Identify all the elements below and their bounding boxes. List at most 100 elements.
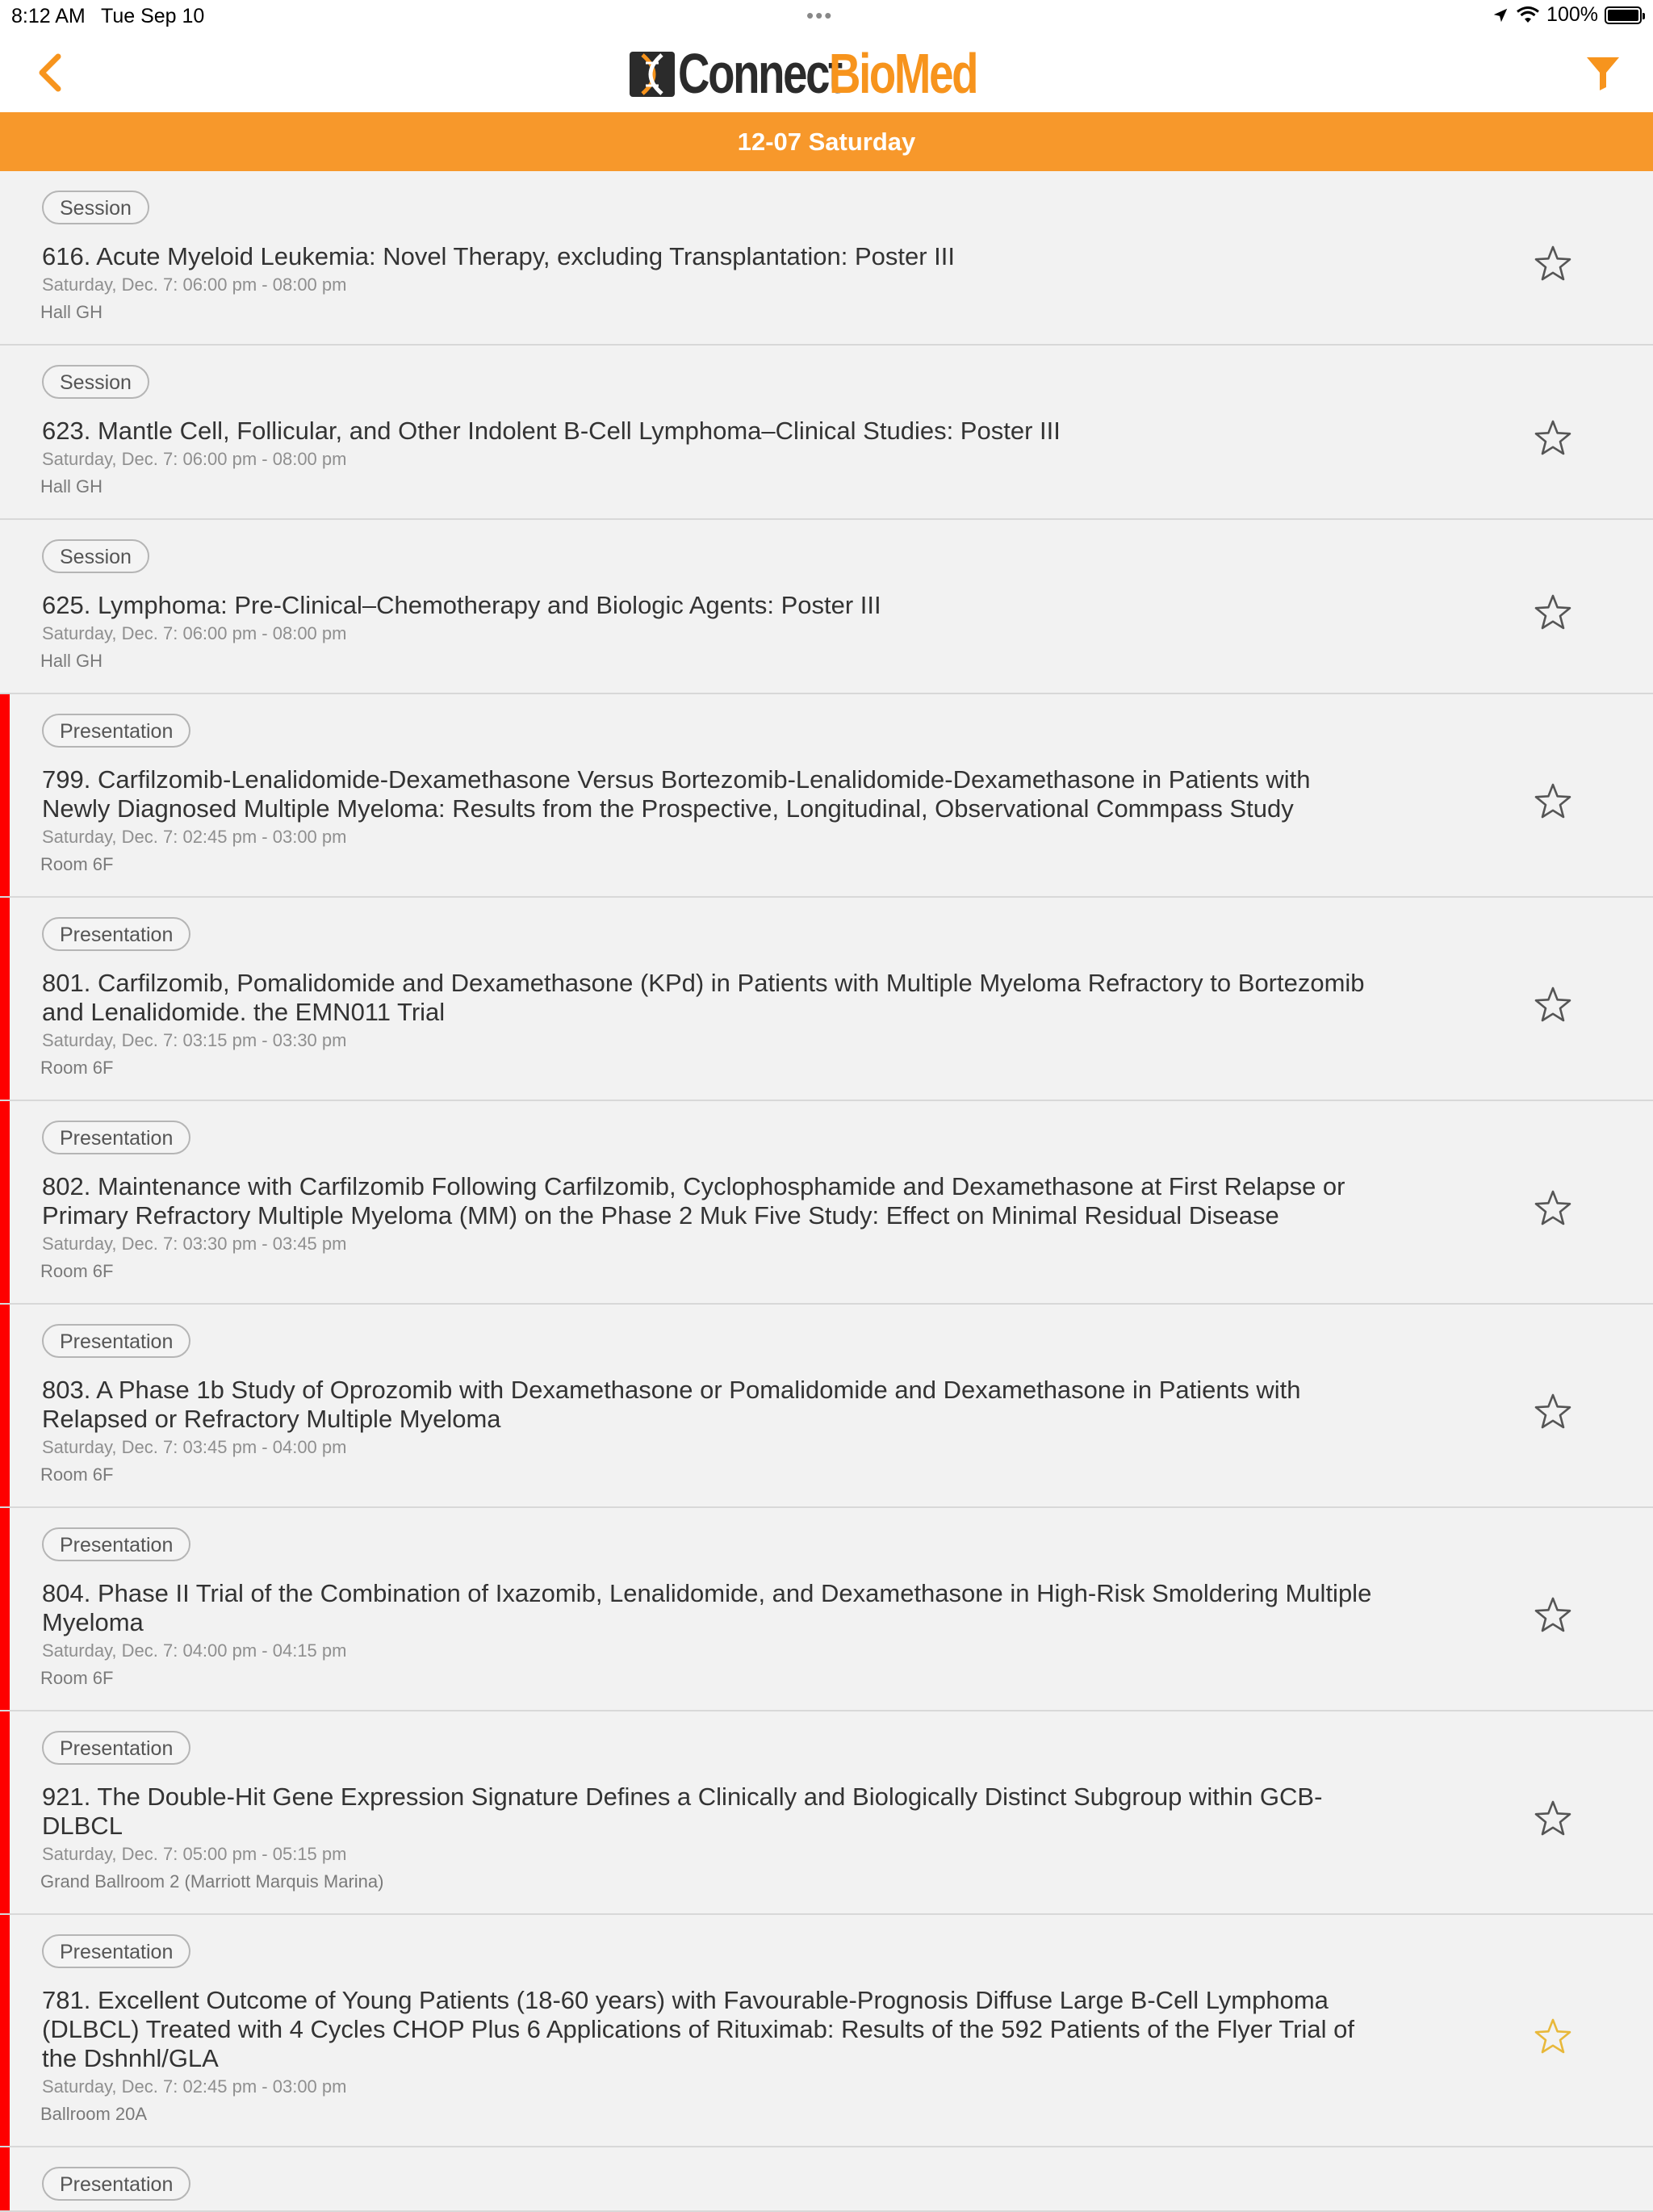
filter-funnel-icon	[1587, 57, 1619, 90]
list-item[interactable]: Session 623. Mantle Cell, Follicular, and…	[0, 346, 1653, 520]
list-item[interactable]: Presentation 921. The Double-Hit Gene Exp…	[0, 1711, 1653, 1915]
status-indicators: 100%	[1492, 3, 1645, 27]
item-type-badge: Presentation	[42, 917, 191, 951]
item-title-line: the Dshnhl/GLA	[42, 2044, 219, 2072]
item-type-badge: Presentation	[42, 1324, 191, 1358]
list-item[interactable]: Presentation 804. Phase II Trial of the C…	[0, 1508, 1653, 1711]
item-title[interactable]: 804. Phase II Trial of the Combination o…	[42, 1579, 1430, 1637]
session-list: Session 616. Acute Myeloid Leukemia: Nove…	[0, 171, 1653, 2212]
item-room: Room 6F	[40, 1058, 114, 1078]
location-arrow-icon	[1493, 8, 1508, 22]
item-time: Saturday, Dec. 7: 02:45 pm - 03:00 pm	[42, 827, 347, 847]
item-title-line: 623. Mantle Cell, Follicular, and Other …	[42, 417, 1061, 445]
item-title-line: 804. Phase II Trial of the Combination o…	[42, 1579, 1372, 1607]
item-title-line: DLBCL	[42, 1812, 123, 1840]
list-item[interactable]: Presentation	[0, 2147, 1653, 2212]
item-room: Hall GH	[40, 651, 103, 671]
status-date: Tue Sep 10	[101, 5, 205, 27]
logo-text-connect: Connect	[678, 42, 843, 105]
item-room: Room 6F	[40, 854, 114, 874]
item-room: Room 6F	[40, 1464, 114, 1485]
item-type-badge: Presentation	[42, 1731, 191, 1765]
star-icon[interactable]	[1534, 1189, 1572, 1226]
star-favorited-icon[interactable]	[1534, 2017, 1572, 2055]
item-title-line: 799. Carfilzomib-Lenalidomide-Dexamethas…	[42, 765, 1311, 794]
item-title[interactable]: 802. Maintenance with Carfilzomib Follow…	[42, 1172, 1430, 1230]
item-title-line: 616. Acute Myeloid Leukemia: Novel Thera…	[42, 242, 955, 270]
item-title[interactable]: 803. A Phase 1b Study of Oprozomib with …	[42, 1376, 1430, 1434]
item-time: Saturday, Dec. 7: 02:45 pm - 03:00 pm	[42, 2076, 347, 2097]
item-title[interactable]: 799. Carfilzomib-Lenalidomide-Dexamethas…	[42, 765, 1430, 823]
item-time: Saturday, Dec. 7: 03:30 pm - 03:45 pm	[42, 1234, 347, 1254]
chevron-left-icon	[39, 53, 61, 92]
multitask-dots-icon[interactable]: •••	[806, 3, 833, 28]
item-title-line: 781. Excellent Outcome of Young Patients…	[42, 1986, 1329, 2014]
star-icon[interactable]	[1534, 782, 1572, 819]
item-time: Saturday, Dec. 7: 06:00 pm - 08:00 pm	[42, 449, 347, 469]
item-title-line: Primary Refractory Multiple Myeloma (MM)…	[42, 1201, 1279, 1230]
list-item[interactable]: Presentation 781. Excellent Outcome of Yo…	[0, 1915, 1653, 2147]
item-time: Saturday, Dec. 7: 04:00 pm - 04:15 pm	[42, 1640, 347, 1661]
item-title-line: Relapsed or Refractory Multiple Myeloma	[42, 1405, 501, 1433]
item-title[interactable]: 616. Acute Myeloid Leukemia: Novel Thera…	[42, 242, 1430, 271]
status-time: 8:12 AM	[11, 5, 86, 27]
item-title[interactable]: 781. Excellent Outcome of Young Patients…	[42, 1986, 1430, 2073]
filter-button[interactable]	[1585, 55, 1621, 92]
battery-percent: 100%	[1546, 3, 1598, 26]
item-time: Saturday, Dec. 7: 03:15 pm - 03:30 pm	[42, 1030, 347, 1050]
item-room: Ballroom 20A	[40, 2104, 148, 2124]
connectbiomed-logo: Connect BioMed	[628, 42, 1019, 105]
item-title[interactable]: 801. Carfilzomib, Pomalidomide and Dexam…	[42, 969, 1430, 1027]
item-type-badge: Session	[42, 539, 149, 573]
item-title[interactable]: 625. Lymphoma: Pre-Clinical–Chemotherapy…	[42, 591, 1430, 620]
navigation-bar: Connect BioMed	[0, 34, 1653, 112]
back-button[interactable]	[31, 50, 71, 95]
list-item[interactable]: Presentation 802. Maintenance with Carfil…	[0, 1101, 1653, 1305]
star-icon[interactable]	[1534, 1799, 1572, 1837]
item-type-badge: Presentation	[42, 714, 191, 748]
item-room: Hall GH	[40, 476, 103, 496]
item-title-line: Newly Diagnosed Multiple Myeloma: Result…	[42, 794, 1294, 823]
dna-logo-icon	[630, 52, 675, 97]
item-title-line: 801. Carfilzomib, Pomalidomide and Dexam…	[42, 969, 1365, 997]
star-icon[interactable]	[1534, 419, 1572, 456]
item-type-badge: Session	[42, 365, 149, 399]
star-icon[interactable]	[1534, 986, 1572, 1023]
item-title-line: 803. A Phase 1b Study of Oprozomib with …	[42, 1376, 1301, 1404]
item-title-line: (DLBCL) Treated with 4 Cycles CHOP Plus …	[42, 2015, 1354, 2043]
item-type-badge: Presentation	[42, 1934, 191, 1968]
list-item[interactable]: Session 625. Lymphoma: Pre-Clinical–Chemo…	[0, 520, 1653, 694]
item-type-badge: Presentation	[42, 1121, 191, 1154]
item-title-line: and Lenalidomide. the EMN011 Trial	[42, 998, 446, 1026]
item-room: Hall GH	[40, 302, 103, 322]
list-item[interactable]: Presentation 801. Carfilzomib, Pomalidomi…	[0, 898, 1653, 1101]
item-title-line: 802. Maintenance with Carfilzomib Follow…	[42, 1172, 1345, 1200]
logo-text-biomed: BioMed	[829, 42, 978, 105]
item-time: Saturday, Dec. 7: 05:00 pm - 05:15 pm	[42, 1844, 347, 1864]
item-room: Room 6F	[40, 1261, 114, 1281]
item-title-line: 625. Lymphoma: Pre-Clinical–Chemotherapy…	[42, 591, 881, 619]
item-room: Room 6F	[40, 1668, 114, 1688]
item-title[interactable]: 921. The Double-Hit Gene Expression Sign…	[42, 1783, 1430, 1841]
star-icon[interactable]	[1534, 593, 1572, 631]
wifi-icon	[1517, 6, 1539, 23]
list-item[interactable]: Session 616. Acute Myeloid Leukemia: Nove…	[0, 171, 1653, 346]
star-icon[interactable]	[1534, 1596, 1572, 1633]
battery-icon	[1605, 6, 1645, 24]
item-title-line: 921. The Double-Hit Gene Expression Sign…	[42, 1783, 1323, 1811]
status-bar: 8:12 AM Tue Sep 10 ••• 100%	[0, 0, 1653, 34]
list-item[interactable]: Presentation 803. A Phase 1b Study of Opr…	[0, 1305, 1653, 1508]
item-title-line: Myeloma	[42, 1608, 144, 1636]
item-time: Saturday, Dec. 7: 06:00 pm - 08:00 pm	[42, 274, 347, 295]
item-room: Grand Ballroom 2 (Marriott Marquis Marin…	[40, 1871, 384, 1892]
star-icon[interactable]	[1534, 1393, 1572, 1430]
day-header: 12-07 Saturday	[0, 112, 1653, 171]
list-item[interactable]: Presentation 799. Carfilzomib-Lenalidomid…	[0, 694, 1653, 898]
item-type-badge: Session	[42, 191, 149, 224]
item-time: Saturday, Dec. 7: 06:00 pm - 08:00 pm	[42, 623, 347, 643]
item-type-badge: Presentation	[42, 1527, 191, 1561]
star-icon[interactable]	[1534, 245, 1572, 282]
item-title[interactable]: 623. Mantle Cell, Follicular, and Other …	[42, 417, 1430, 446]
item-type-badge: Presentation	[42, 2167, 191, 2201]
item-time: Saturday, Dec. 7: 03:45 pm - 04:00 pm	[42, 1437, 347, 1457]
